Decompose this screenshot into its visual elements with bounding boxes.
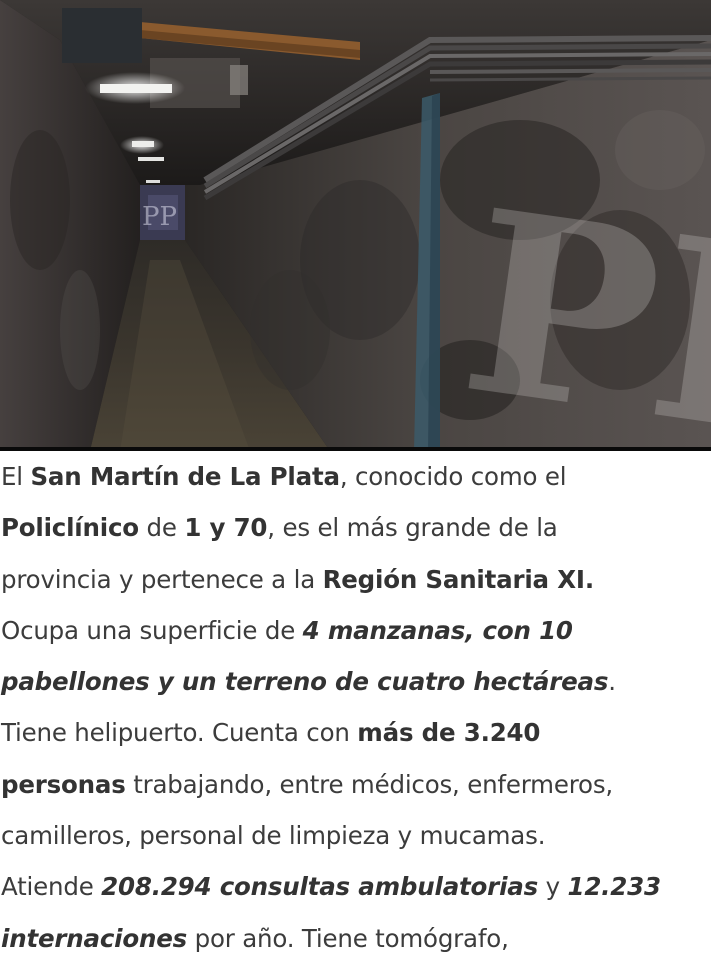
hospital-nickname: Policlínico: [1, 513, 139, 543]
paragraph-line: camilleros, personal de limpieza y mucam…: [1, 810, 711, 861]
staff-count: más de 3.240: [357, 718, 541, 748]
article-paragraph: El San Martín de La Plata, conocido como…: [1, 451, 711, 960]
paragraph-line: pabellones y un terreno de cuatro hectár…: [1, 656, 711, 707]
text-run: y: [537, 872, 568, 902]
text-run: Ocupa una superficie de: [1, 615, 303, 645]
paragraph-line: Policlínico de 1 y 70, es el más grande …: [1, 502, 711, 553]
text-run: camilleros, personal de limpieza y mucam…: [1, 821, 546, 851]
photo-watermark: PP: [449, 154, 711, 451]
text-run: Tiene helipuerto. Cuenta con: [1, 718, 358, 748]
hospital-address: 1 y 70: [184, 513, 268, 543]
paragraph-line: Atiende 208.294 consultas ambulatorias y…: [1, 861, 711, 912]
text-run: de: [138, 513, 185, 543]
health-region: Región Sanitaria XI.: [322, 564, 595, 594]
surface-highlight: pabellones y un terreno de cuatro hectár…: [1, 667, 609, 697]
paragraph-line: personas trabajando, entre médicos, enfe…: [1, 759, 711, 810]
hospital-name: San Martín de La Plata: [30, 462, 340, 491]
text-run: .: [608, 667, 616, 697]
text-run: , es el más grande de la: [267, 513, 558, 543]
staff-count: personas: [1, 769, 126, 799]
text-run: Atiende: [1, 872, 102, 902]
surface-highlight: 4 manzanas, con 10: [302, 615, 573, 645]
paragraph-line: provincia y pertenece a la Región Sanita…: [1, 554, 711, 605]
text-run: , conocido como el: [339, 462, 567, 491]
text-run: trabajando, entre médicos, enfermeros,: [125, 769, 613, 799]
tunnel-watermark: PP: [142, 202, 177, 232]
admissions-count: internaciones: [1, 923, 188, 953]
paragraph-line: El San Martín de La Plata, conocido como…: [1, 451, 711, 502]
hospital-corridor-photo: PP PP: [0, 0, 711, 451]
text-run: provincia y pertenece a la: [1, 564, 323, 594]
consultations-count: 208.294 consultas ambulatorias: [101, 872, 538, 902]
admissions-count: 12.233: [567, 872, 661, 902]
text-run: por año. Tiene tomógrafo,: [187, 923, 509, 953]
paragraph-line: Tiene helipuerto. Cuenta con más de 3.24…: [1, 707, 711, 758]
article: PP PP El San Martín de La Plata, conocid…: [0, 0, 711, 960]
text-run: El: [1, 462, 31, 491]
paragraph-line: Ocupa una superficie de 4 manzanas, con …: [1, 605, 711, 656]
paragraph-line: internaciones por año. Tiene tomógrafo,: [1, 913, 711, 960]
